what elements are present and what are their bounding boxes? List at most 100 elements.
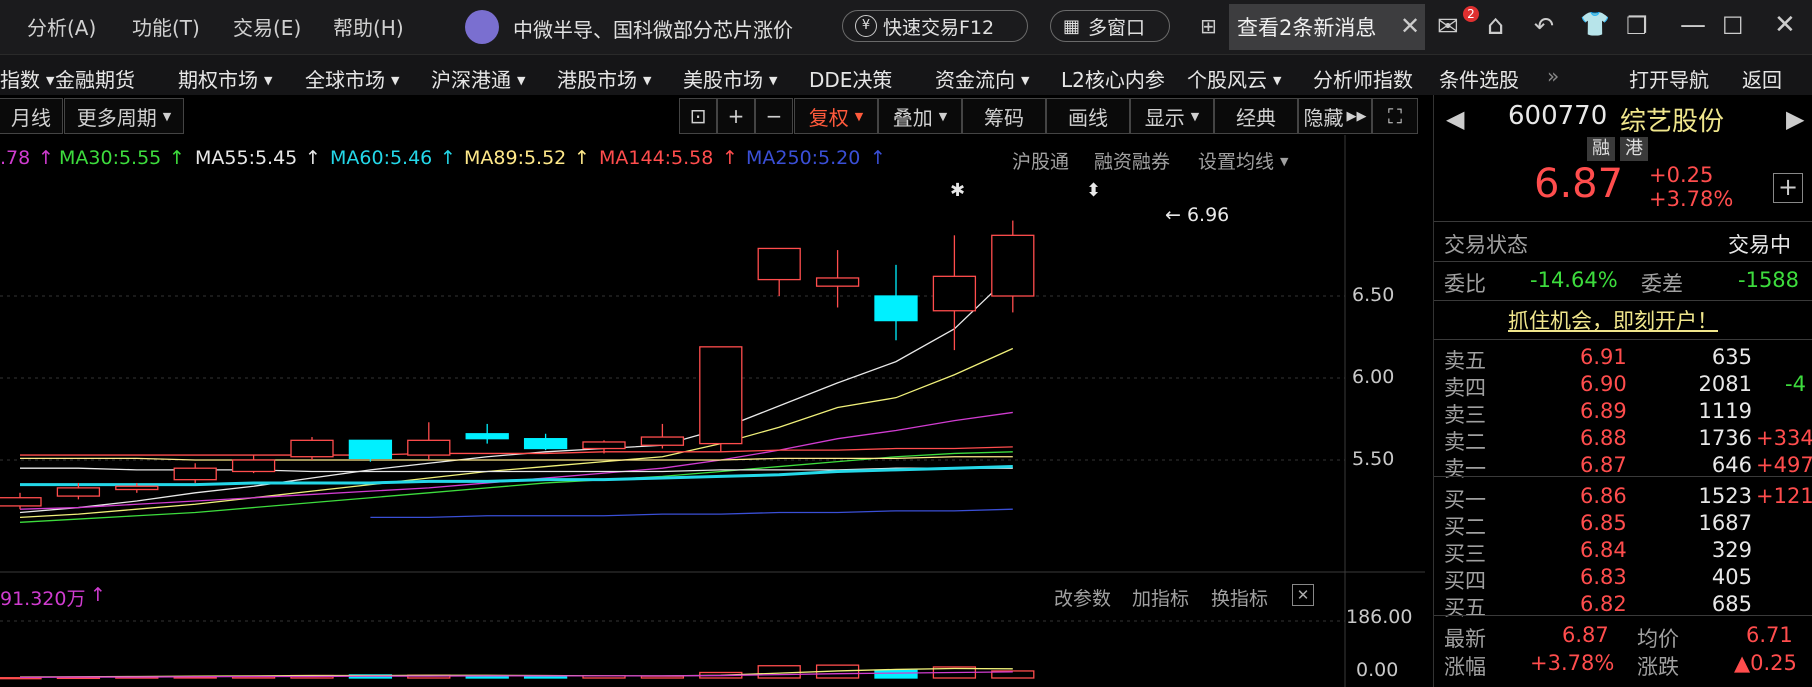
volume-bar: [874, 669, 918, 679]
up-arrow-icon: ↑: [38, 147, 54, 169]
back-link[interactable]: 返回: [1742, 64, 1782, 93]
candle-body: [173, 467, 217, 481]
margin-trading-link[interactable]: 融资融券: [1094, 147, 1170, 174]
zoom-out-icon[interactable]: −: [755, 98, 793, 134]
nav-item[interactable]: 港股市场 ▼: [557, 64, 651, 93]
layout-icon[interactable]: ⊞: [1200, 14, 1217, 38]
add-indicator-link[interactable]: 加指标: [1132, 584, 1189, 611]
nav-item-label: L2核心内参: [1061, 68, 1165, 92]
order-volume: 646: [1711, 453, 1752, 477]
volume-ma-line: [19, 671, 1013, 679]
nav-item[interactable]: 美股市场 ▼: [683, 64, 777, 93]
ma60-value: MA60:5.46: [330, 147, 433, 169]
add-watchlist-button[interactable]: +: [1773, 173, 1803, 203]
fullscreen-icon[interactable]: ⛶: [1372, 98, 1418, 134]
mail-icon[interactable]: ✉: [1437, 12, 1459, 42]
switch-indicator-link[interactable]: 换指标: [1211, 584, 1268, 611]
hide-button[interactable]: 隐藏 ▶▶: [1298, 98, 1372, 134]
up-arrow-icon: ↑: [169, 147, 185, 169]
zoom-in-icon[interactable]: +: [717, 98, 755, 134]
display-button[interactable]: 显示 ▼: [1130, 98, 1214, 134]
hide-label: 隐藏: [1303, 105, 1344, 130]
minimize-icon[interactable]: —: [1680, 10, 1706, 40]
news-ticker[interactable]: 中微半导、国科微部分芯片涨价: [513, 14, 793, 43]
top-menu-bar: 分析(A) 功能(T) 交易(E) 帮助(H) 中微半导、国科微部分芯片涨价 ¥…: [0, 0, 1812, 54]
fuquan-label: 复权: [808, 105, 849, 130]
volume-axis-top: 186.00: [1346, 606, 1413, 628]
order-diff: +334: [1756, 426, 1812, 450]
divider: [1434, 300, 1812, 301]
nav-item[interactable]: 分析师指数: [1313, 64, 1413, 93]
menu-function[interactable]: 功能(T): [132, 12, 200, 41]
new-messages-banner[interactable]: 查看2条新消息: [1229, 4, 1425, 50]
avg-label: 均价: [1637, 627, 1679, 651]
nav-item[interactable]: 全球市场 ▼: [305, 64, 399, 93]
maximize-icon[interactable]: ☐: [1722, 12, 1744, 40]
nav-item[interactable]: 金融期货: [55, 64, 135, 93]
overlay-label: 叠加: [892, 105, 933, 130]
menu-help[interactable]: 帮助(H): [333, 12, 404, 41]
price-change-pct: +3.78%: [1649, 187, 1734, 211]
set-ma-button[interactable]: 设置均线 ▼: [1198, 147, 1288, 174]
yen-icon: ¥: [855, 15, 877, 37]
skin-icon[interactable]: 👕: [1580, 10, 1610, 38]
wei-cha-label: 委差: [1641, 272, 1683, 296]
nav-item[interactable]: DDE决策: [809, 64, 892, 93]
edit-params-link[interactable]: 改参数: [1054, 584, 1111, 611]
nav-item[interactable]: 指数 ▼: [0, 64, 54, 93]
fuquan-button[interactable]: 复权 ▼: [794, 98, 878, 134]
price-axis-label: 6.00: [1352, 366, 1395, 388]
event-marker-icon[interactable]: ⬍: [1086, 180, 1101, 201]
close-window-icon[interactable]: ✕: [1774, 10, 1796, 40]
chg-pct-value: +3.78%: [1530, 651, 1615, 675]
divider: [1434, 615, 1812, 616]
multi-window-button[interactable]: ▦ 多窗口: [1050, 10, 1170, 42]
draw-line-button[interactable]: 画线: [1046, 98, 1130, 134]
mail-badge: 2: [1463, 6, 1479, 22]
ma89-value: MA89:5.52: [464, 147, 567, 169]
period-month-button[interactable]: 月线: [0, 98, 63, 134]
candle-body: [757, 247, 801, 281]
nav-item[interactable]: 沪深港通 ▼: [431, 64, 525, 93]
classic-button[interactable]: 经典: [1214, 98, 1298, 134]
classic-label: 经典: [1236, 105, 1276, 130]
ma-line-ma250: [370, 508, 1013, 519]
overlay-button[interactable]: 叠加 ▼: [878, 98, 962, 134]
ma-line-ma144: [20, 446, 1013, 456]
open-account-link[interactable]: 抓住机会，即刻开户！: [1508, 305, 1718, 335]
chevron-down-icon: ▼: [1021, 74, 1030, 87]
order-price: 6.91: [1580, 345, 1627, 369]
event-marker-icon[interactable]: ✱: [950, 180, 965, 201]
nav-item[interactable]: L2核心内参: [1061, 64, 1165, 93]
nav-item[interactable]: 个股风云 ▼: [1187, 64, 1281, 93]
restore-window-icon[interactable]: ❐: [1626, 12, 1648, 40]
up-arrow-icon: ↑: [90, 584, 106, 606]
volume-bar: [757, 665, 801, 679]
more-periods-button[interactable]: 更多周期 ▼: [64, 98, 184, 134]
next-stock-icon[interactable]: ▶: [1786, 105, 1804, 133]
lock-icon[interactable]: ⊡: [679, 98, 717, 134]
order-volume: 1119: [1698, 399, 1752, 423]
ma-truncated-value: .78: [0, 147, 31, 169]
menu-trade[interactable]: 交易(E): [233, 12, 301, 41]
nav-item[interactable]: 资金流向 ▼: [935, 64, 1029, 93]
prev-stock-icon[interactable]: ◀: [1446, 105, 1464, 133]
nav-item-label: 期权市场: [178, 68, 258, 92]
robot-avatar-icon[interactable]: [465, 10, 499, 44]
nav-item[interactable]: 期权市场 ▼: [178, 64, 272, 93]
nav-item[interactable]: 条件选股: [1439, 64, 1519, 93]
close-messages-icon[interactable]: ✕: [1400, 12, 1420, 40]
home-icon[interactable]: ⌂: [1487, 10, 1504, 41]
menu-analysis[interactable]: 分析(A): [27, 12, 96, 41]
chips-button[interactable]: 筹码: [962, 98, 1046, 134]
candle-body: [699, 346, 743, 445]
close-indicator-icon[interactable]: ✕: [1292, 584, 1314, 606]
hsgt-link[interactable]: 沪股通: [1012, 147, 1069, 174]
quick-trade-button[interactable]: ¥ 快速交易F12: [842, 10, 1028, 42]
open-navigation-link[interactable]: 打开导航: [1629, 64, 1709, 93]
nav-more-icon[interactable]: »: [1547, 64, 1559, 88]
nav-item-label: 分析师指数: [1313, 68, 1413, 92]
nav-item-label: 个股风云: [1187, 68, 1267, 92]
candle-body: [56, 487, 101, 497]
undo-icon[interactable]: ↶: [1534, 12, 1554, 40]
